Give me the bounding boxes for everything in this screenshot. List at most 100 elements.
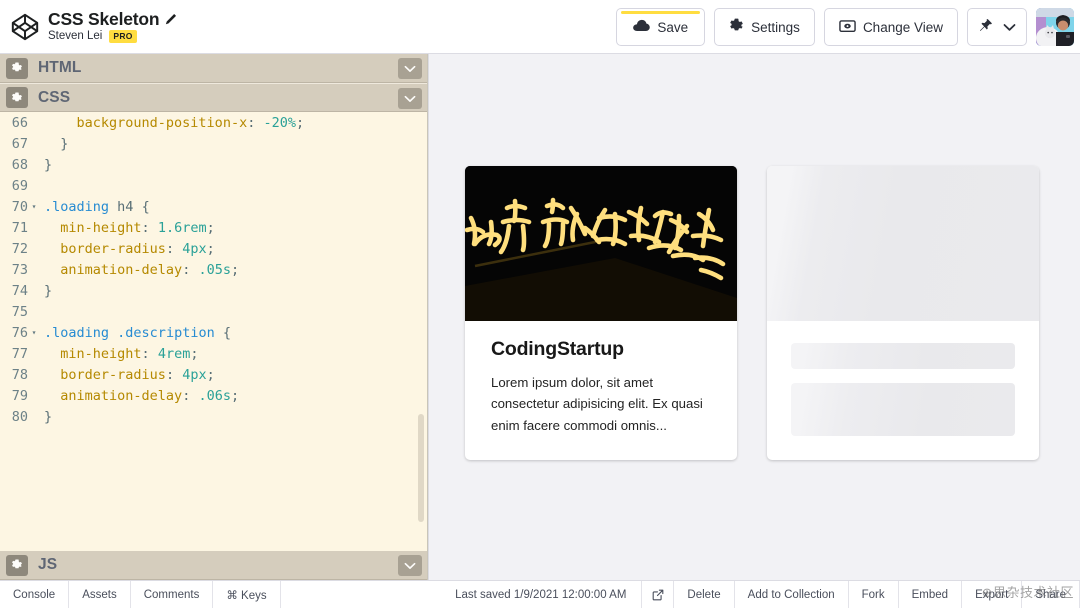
bottom-bar-share-button[interactable]: Share xyxy=(1022,581,1080,608)
bottom-bar-comments-button[interactable]: Comments xyxy=(131,581,214,608)
bottom-bar-keys-button[interactable]: ⌘ Keys xyxy=(213,581,281,608)
brand-block: CSS Skeleton Steven Lei PRO xyxy=(0,10,177,44)
css-code-editor[interactable]: 66 background-position-x: -20%; 67 } 68} 69… xyxy=(0,112,427,580)
save-button-label: Save xyxy=(657,19,689,35)
settings-button[interactable]: Settings xyxy=(714,8,815,46)
code-line: 75 xyxy=(0,301,427,322)
gear-icon xyxy=(729,18,744,36)
line-number: 74 xyxy=(11,282,28,299)
bottom-bar: Console Assets Comments ⌘ Keys Last saved 1… xyxy=(0,580,1080,608)
bottom-bar-left: Console Assets Comments ⌘ Keys xyxy=(0,581,281,608)
code-fold-arrow-icon[interactable]: ▾ xyxy=(28,196,40,217)
chevron-down-icon[interactable] xyxy=(398,88,422,109)
line-number: 66 xyxy=(11,114,28,131)
avatar[interactable] xyxy=(1036,8,1074,46)
code-line: 71 min-height: 1.6rem; xyxy=(0,217,427,238)
skeleton-description-placeholder xyxy=(791,383,1015,436)
code-text: } xyxy=(44,282,53,299)
code-line: 79 animation-delay: .06s; xyxy=(0,385,427,406)
gear-icon[interactable] xyxy=(6,57,28,79)
code-text: min-height: 1.6rem; xyxy=(60,219,215,236)
change-view-button-label: Change View xyxy=(862,19,943,35)
line-number: 73 xyxy=(11,261,28,278)
code-text: } xyxy=(44,135,69,152)
chevron-down-icon[interactable] xyxy=(398,555,422,576)
code-text: .loading h4 { xyxy=(44,198,150,215)
last-saved-label: Last saved 1/9/2021 12:00:00 AM xyxy=(440,581,643,608)
bottom-bar-embed-button[interactable]: Embed xyxy=(899,581,963,608)
pin-button[interactable] xyxy=(967,8,1027,46)
code-text: background-position-x: -20%; xyxy=(76,114,305,131)
code-text: } xyxy=(44,408,53,425)
brand-text: CSS Skeleton Steven Lei PRO xyxy=(48,10,177,43)
code-text: animation-delay: .05s; xyxy=(60,261,240,278)
code-line: 67 } xyxy=(0,133,427,154)
save-button[interactable]: Save xyxy=(616,8,706,46)
settings-button-label: Settings xyxy=(751,19,800,35)
line-number: 71 xyxy=(11,219,28,236)
codepen-logo-icon[interactable] xyxy=(8,10,42,44)
skeleton-title-placeholder xyxy=(791,343,1015,369)
code-line: 76 ▾ .loading .description { xyxy=(0,322,427,343)
line-number: 70 xyxy=(11,198,28,215)
code-fold-arrow-icon[interactable]: ▾ xyxy=(28,322,40,343)
gear-icon[interactable] xyxy=(6,87,28,108)
card-list: CodingStartup Lorem ipsum dolor, sit ame… xyxy=(465,166,1039,460)
external-link-icon[interactable] xyxy=(642,581,675,608)
page-title[interactable]: CSS Skeleton xyxy=(48,10,160,29)
top-bar: CSS Skeleton Steven Lei PRO Save Setting… xyxy=(0,0,1080,54)
cloud-icon xyxy=(633,19,651,35)
gear-icon[interactable] xyxy=(6,554,28,576)
code-text: border-radius: 4px; xyxy=(60,366,215,383)
code-lines: 66 background-position-x: -20%; 67 } 68} 69… xyxy=(0,112,427,427)
code-text: animation-delay: .06s; xyxy=(60,387,240,404)
pane-header-css[interactable]: CSS xyxy=(0,83,427,112)
bottom-bar-fork-button[interactable]: Fork xyxy=(849,581,899,608)
editor-column: HTML CSS 66 background-position-x: -20%;… xyxy=(0,54,428,580)
chevron-down-icon xyxy=(1003,20,1016,35)
card-body: CodingStartup Lorem ipsum dolor, sit ame… xyxy=(465,321,737,458)
bottom-bar-actions: Delete Add to Collection Fork Embed Export Sh… xyxy=(674,581,1080,608)
pane-header-html[interactable]: HTML xyxy=(0,54,427,83)
bottom-bar-add-to-collection-button[interactable]: Add to Collection xyxy=(735,581,849,608)
bottom-bar-right: Last saved 1/9/2021 12:00:00 AM Delete Ad… xyxy=(440,581,1080,608)
bottom-bar-export-button[interactable]: Export xyxy=(962,581,1023,608)
bottom-bar-delete-button[interactable]: Delete xyxy=(674,581,735,608)
code-line: 68} xyxy=(0,154,427,175)
line-number: 79 xyxy=(11,387,28,404)
pane-title-css: CSS xyxy=(38,88,71,106)
line-number: 68 xyxy=(11,156,28,173)
chevron-down-icon[interactable] xyxy=(398,58,422,79)
line-number: 75 xyxy=(11,303,28,320)
code-line: 74} xyxy=(0,280,427,301)
line-number: 78 xyxy=(11,366,28,383)
code-text: border-radius: 4px; xyxy=(60,240,215,257)
code-line: 72 border-radius: 4px; xyxy=(0,238,427,259)
top-bar-actions: Save Settings Change View xyxy=(616,0,1074,54)
bottom-bar-console-button[interactable]: Console xyxy=(0,581,70,608)
card-description: Lorem ipsum dolor, sit amet consectetur … xyxy=(491,375,703,433)
code-line: 77 min-height: 4rem; xyxy=(0,343,427,364)
line-number: 80 xyxy=(11,408,28,425)
pen-edit-icon[interactable] xyxy=(164,13,177,26)
editor-vertical-scrollbar[interactable] xyxy=(418,414,424,522)
bottom-bar-assets-button[interactable]: Assets xyxy=(69,581,131,608)
code-text: } xyxy=(44,156,53,173)
line-number: 72 xyxy=(11,240,28,257)
pane-header-js[interactable]: JS xyxy=(0,551,427,580)
loaded-card[interactable]: CodingStartup Lorem ipsum dolor, sit ame… xyxy=(465,166,737,460)
skeleton-card[interactable] xyxy=(767,166,1039,460)
view-window-icon xyxy=(839,19,856,36)
code-line: 73 animation-delay: .05s; xyxy=(0,259,427,280)
line-number: 69 xyxy=(11,177,28,194)
line-number: 67 xyxy=(11,135,28,152)
card-title: CodingStartup xyxy=(491,338,624,360)
preview-pane[interactable]: CodingStartup Lorem ipsum dolor, sit ame… xyxy=(428,54,1080,580)
username-label[interactable]: Steven Lei xyxy=(48,30,102,42)
pin-icon xyxy=(978,18,993,36)
chinese-calligraphy-neon-photo xyxy=(465,166,737,321)
change-view-button[interactable]: Change View xyxy=(823,8,958,46)
code-line: 80} xyxy=(0,406,427,427)
code-text: .loading .description { xyxy=(44,324,231,341)
code-line: 70 ▾ .loading h4 { xyxy=(0,196,427,217)
